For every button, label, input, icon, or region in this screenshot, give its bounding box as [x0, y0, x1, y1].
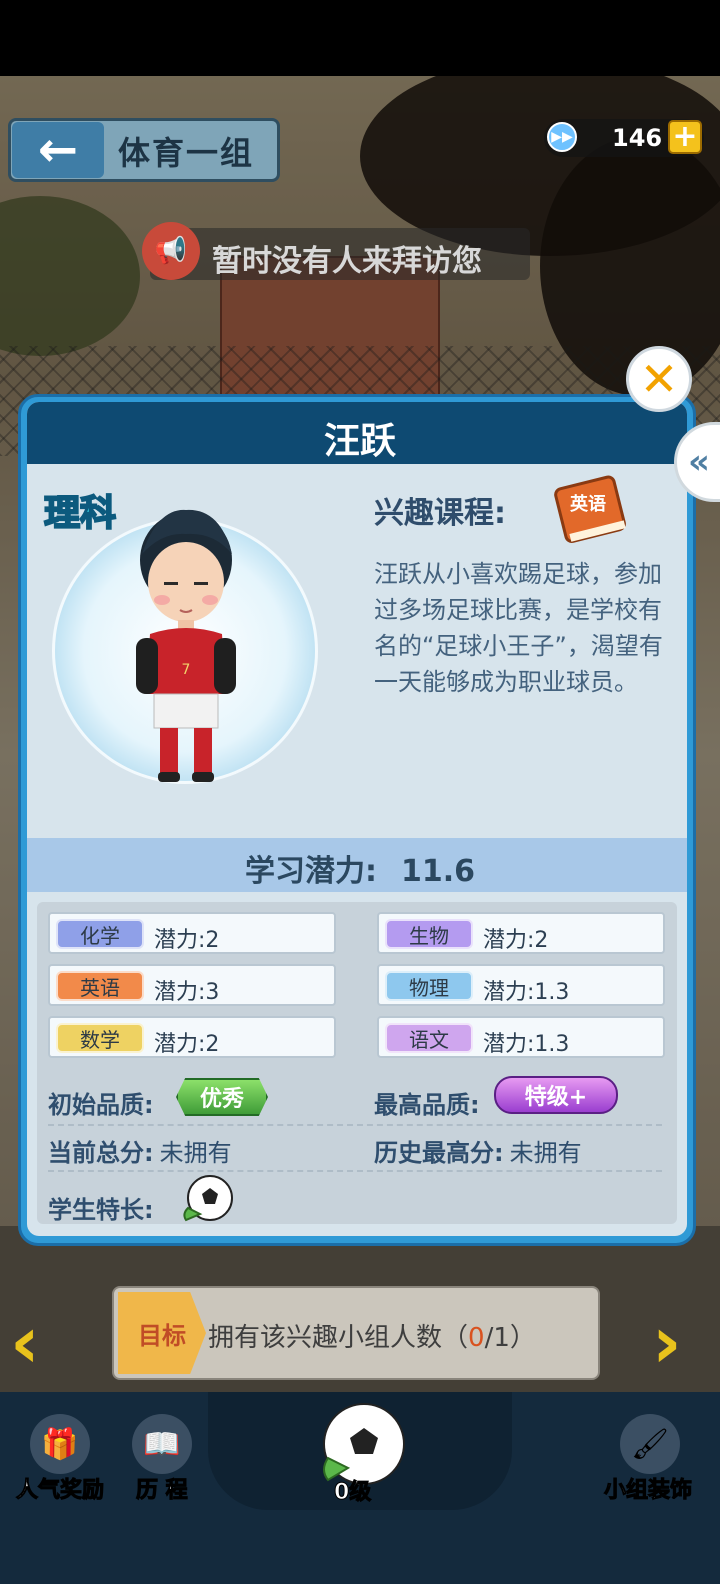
student-bio: 汪跃从小喜欢踢足球，参加过多场足球比赛，是学校有名的“足球小王子”，渴望有一天能…	[374, 560, 663, 696]
max-quality-label: 最高品质:	[374, 1091, 480, 1119]
stat-math: 数学 潜力:2	[48, 1016, 336, 1058]
goal-tag: 目标	[118, 1292, 206, 1374]
stat-english: 英语 潜力:3	[48, 964, 336, 1006]
stat-physics: 物理 潜力:1.3	[377, 964, 665, 1006]
group-decoration-button[interactable]: 小组装饰	[603, 1472, 692, 1504]
stat-biology: 生物 潜力:2	[377, 912, 665, 954]
svg-text:7: 7	[182, 662, 191, 678]
status-bar	[0, 0, 720, 76]
best-score-label: 历史最高分: 未拥有	[374, 1139, 582, 1167]
student-avatar: 7	[136, 509, 236, 782]
potential-value: 11.6	[400, 854, 476, 889]
soccer-whistle-icon	[183, 1175, 233, 1222]
interest-course-label: 兴趣课程:	[374, 496, 506, 531]
stat-value: 潜力:2	[154, 928, 220, 953]
currency-value: 146	[612, 124, 663, 152]
fast-forward-icon: ▶▶	[547, 122, 577, 152]
goal-current: 0	[468, 1323, 485, 1353]
english-book-icon: 英语	[554, 475, 626, 543]
stat-chinese: 语文 潜力:1.3	[377, 1016, 665, 1058]
subject-tag: 语文	[385, 1023, 473, 1053]
current-score-label: 当前总分: 未拥有	[48, 1139, 232, 1167]
subject-tag: 数学	[56, 1023, 144, 1053]
specialty-label: 学生特长:	[48, 1196, 154, 1224]
subject-tag: 英语	[56, 971, 144, 1001]
subject-tag: 化学	[56, 919, 144, 949]
close-icon: ✕	[639, 352, 679, 406]
initial-quality-label: 初始品质:	[48, 1091, 154, 1119]
paint-roller-icon[interactable]: 🖌	[620, 1414, 680, 1474]
megaphone-icon: 📢	[142, 222, 200, 280]
divider	[48, 1170, 662, 1172]
next-goal-arrow-icon[interactable]: ›	[652, 1300, 682, 1384]
subject-tag: 生物	[385, 919, 473, 949]
back-arrow-icon: ←	[37, 122, 79, 178]
group-title: 体育一组	[118, 134, 255, 172]
divider	[48, 1124, 662, 1126]
close-button[interactable]: ✕	[626, 346, 692, 412]
history-book-icon[interactable]: 📖	[132, 1414, 192, 1474]
student-name: 汪跃	[323, 421, 396, 462]
popularity-reward-button[interactable]: 人气奖励	[15, 1472, 104, 1504]
stat-value: 潜力:2	[483, 928, 549, 953]
stat-value: 潜力:3	[154, 980, 220, 1005]
gift-box-icon[interactable]: 🎁	[30, 1414, 90, 1474]
learning-potential: 学习潜力: 11.6	[0, 846, 720, 890]
back-button[interactable]: ←	[12, 122, 104, 178]
best-score-value: 未拥有	[509, 1139, 582, 1167]
subject-tag: 物理	[385, 971, 473, 1001]
subject-type-tag: 理科	[43, 492, 117, 535]
history-button[interactable]: 历 程	[136, 1472, 189, 1504]
double-chevron-left-icon: «	[688, 442, 710, 482]
group-level: 0级	[333, 1480, 372, 1506]
previous-goal-arrow-icon[interactable]: ‹	[10, 1300, 40, 1384]
add-currency-button[interactable]: +	[668, 120, 702, 154]
stat-chemistry: 化学 潜力:2	[48, 912, 336, 954]
stat-value: 潜力:1.3	[483, 980, 570, 1005]
stat-value: 潜力:2	[154, 1032, 220, 1057]
current-score-value: 未拥有	[159, 1139, 232, 1167]
max-quality-badge: 特级+	[494, 1076, 618, 1114]
stat-value: 潜力:1.3	[483, 1032, 570, 1057]
notice-text: 暂时没有人来拜访您	[212, 244, 482, 279]
potential-label: 学习潜力:	[244, 854, 377, 889]
svg-text:英语: 英语	[569, 493, 606, 515]
goal-text: 拥有该兴趣小组人数（0/1）	[208, 1323, 536, 1353]
initial-quality-badge: 优秀	[176, 1078, 268, 1116]
